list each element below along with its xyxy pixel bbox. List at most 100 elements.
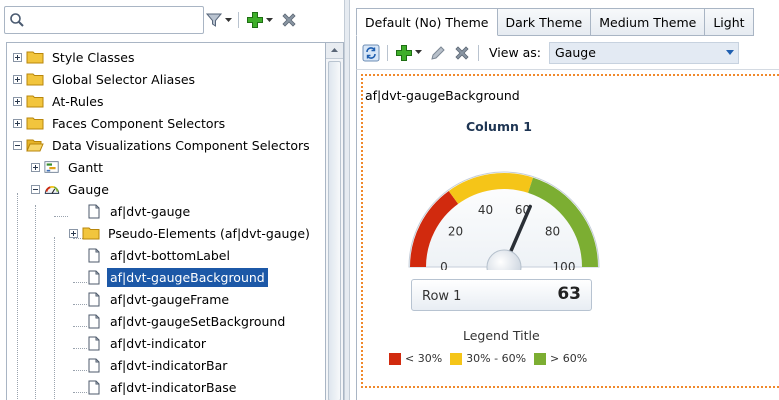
edit-button[interactable]: [428, 43, 448, 63]
tree-guide: [73, 282, 87, 283]
tree-guide: [73, 370, 87, 371]
document-icon: [88, 358, 100, 372]
preview-area: af|dvt-gaugeBackground Column 1 0 20 40 60 8…: [356, 70, 779, 400]
tree-item-label: af|dvt-bottomLabel: [110, 247, 230, 263]
delete-button[interactable]: [279, 10, 299, 30]
gauge-icon: [44, 185, 60, 194]
tree-item-af-dvt-gaugesetbackground[interactable]: af|dvt-gaugeSetBackground: [88, 310, 288, 332]
filter-button[interactable]: [204, 10, 224, 30]
legend-swatch-low: [389, 352, 401, 365]
tree-item-af-dvt-indicatorbar[interactable]: af|dvt-indicatorBar: [88, 354, 230, 376]
folder-icon: [26, 73, 44, 86]
add-dropdown[interactable]: [414, 43, 422, 63]
refresh-button[interactable]: [361, 43, 381, 63]
tree-guide: [35, 205, 36, 400]
search-box[interactable]: [4, 6, 204, 34]
chevron-up-icon: [331, 48, 338, 52]
tree-item-af-dvt-gaugeframe[interactable]: af|dvt-gaugeFrame: [88, 288, 232, 310]
tree-item-at-rules[interactable]: At-Rules: [13, 90, 106, 112]
folder-icon: [26, 95, 44, 108]
tree-item-global-selector-aliases[interactable]: Global Selector Aliases: [13, 68, 198, 90]
add-dropdown[interactable]: [265, 10, 273, 30]
document-icon: [88, 292, 100, 306]
filter-dropdown[interactable]: [224, 10, 232, 30]
search-icon: [10, 13, 24, 27]
chevron-down-icon: [224, 17, 232, 22]
theme-tabs: Default (No) Theme Dark Theme Medium The…: [356, 8, 754, 36]
tree-item-af-dvt-bottomlabel[interactable]: af|dvt-bottomLabel: [88, 244, 233, 266]
view-as-value: Gauge: [555, 45, 596, 60]
scroll-up-button[interactable]: [326, 43, 343, 59]
filter-icon: [205, 13, 223, 27]
toolbar-separator: [478, 44, 479, 61]
refresh-icon: [362, 44, 380, 61]
expand-toggle[interactable]: [13, 52, 22, 62]
tree-item-gauge[interactable]: Gauge: [31, 178, 112, 200]
tree-item-af-dvt-gaugebackground[interactable]: af|dvt-gaugeBackground: [88, 266, 268, 288]
tree-guide: [73, 348, 87, 349]
legend-item-medium: 30% - 60%: [450, 352, 526, 365]
tree-item-label: af|dvt-indicator: [110, 335, 207, 351]
tree-item-faces-component-selectors[interactable]: Faces Component Selectors: [13, 112, 228, 134]
preview-element-name: af|dvt-gaugeBackground: [365, 88, 520, 103]
legend-label-low: < 30%: [405, 352, 443, 365]
view-as-select[interactable]: Gauge: [549, 41, 740, 64]
search-input[interactable]: [29, 11, 199, 29]
toolbar-separator: [238, 12, 239, 28]
tab-medium-theme[interactable]: Medium Theme: [591, 8, 706, 36]
document-icon: [88, 204, 100, 218]
add-button[interactable]: [245, 10, 265, 30]
legend-label-high: > 60%: [550, 352, 588, 365]
folder-icon: [82, 227, 100, 240]
tree-toolbar: [204, 6, 344, 34]
expand-toggle[interactable]: [69, 228, 78, 238]
tree-item-style-classes[interactable]: Style Classes: [13, 46, 137, 68]
scrollbar-thumb[interactable]: [328, 61, 341, 400]
add-icon: [396, 44, 412, 61]
delete-icon: [455, 45, 469, 60]
tree-item-af-dvt-indicator[interactable]: af|dvt-indicator: [88, 332, 209, 354]
add-icon: [247, 12, 263, 28]
gauge-tick-label: 0: [440, 260, 448, 270]
folder-icon: [26, 51, 44, 64]
gauge-metric-box: Row 1 63: [411, 279, 592, 311]
tab-default-theme[interactable]: Default (No) Theme: [356, 8, 498, 36]
gauge[interactable]: 02040 6080100: [404, 140, 604, 270]
tab-light-theme[interactable]: Light: [705, 8, 754, 36]
tree-item-af-dvt-indicatorbase[interactable]: af|dvt-indicatorBase: [88, 376, 239, 398]
tree-scrollbar[interactable]: [326, 42, 344, 400]
collapse-toggle[interactable]: [31, 184, 40, 194]
tree-item-label: Style Classes: [52, 49, 135, 65]
tree-item-label: Pseudo-Elements (af|dvt-gauge): [108, 225, 310, 241]
collapse-toggle[interactable]: [13, 140, 22, 150]
tree-guide: [73, 392, 87, 393]
tree-item-label: Faces Component Selectors: [52, 115, 226, 131]
document-icon: [88, 380, 100, 394]
tree-item-data-visualizations[interactable]: Data Visualizations Component Selectors: [13, 134, 313, 156]
tree-item-label: af|dvt-gaugeSetBackground: [110, 313, 286, 329]
tree-guide: [17, 193, 18, 400]
legend-item-high: > 60%: [534, 352, 587, 365]
selector-tree-pane: Style Classes Global Selector Aliases At…: [0, 0, 344, 400]
tree-item-label: af|dvt-gaugeFrame: [110, 291, 230, 307]
expand-toggle[interactable]: [13, 118, 22, 128]
tree-item-label: af|dvt-indicatorBar: [110, 357, 228, 373]
tree-item-gantt[interactable]: Gantt: [31, 156, 106, 178]
preview-toolbar: View as: Gauge: [356, 36, 779, 70]
expand-toggle[interactable]: [13, 96, 22, 106]
expand-toggle[interactable]: [31, 162, 40, 172]
tree-guide: [54, 216, 68, 217]
add-button[interactable]: [394, 43, 414, 63]
chevron-down-icon: [414, 50, 422, 54]
legend-swatch-high: [534, 352, 547, 365]
tab-dark-theme[interactable]: Dark Theme: [497, 8, 592, 36]
tree-item-label: af|dvt-indicatorBase: [110, 379, 237, 395]
tree-item-label: Global Selector Aliases: [52, 71, 196, 87]
tree-guide: [54, 237, 55, 400]
expand-toggle[interactable]: [13, 74, 22, 84]
preview-pane: Default (No) Theme Dark Theme Medium The…: [350, 0, 779, 400]
tree-item-af-dvt-gauge[interactable]: af|dvt-gauge: [88, 200, 193, 222]
delete-button[interactable]: [452, 43, 472, 63]
tree-item-pseudo-elements[interactable]: Pseudo-Elements (af|dvt-gauge): [69, 222, 313, 244]
gauge-legend: < 30% 30% - 60% > 60%: [389, 352, 595, 365]
